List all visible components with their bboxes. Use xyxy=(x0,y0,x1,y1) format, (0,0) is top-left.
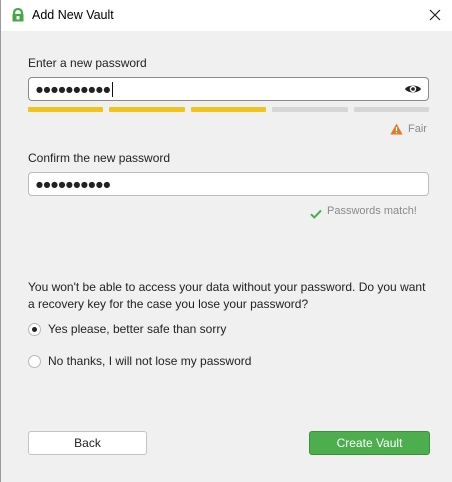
radio-no[interactable] xyxy=(28,354,41,368)
back-button[interactable]: Back xyxy=(28,431,147,455)
strength-label: Fair xyxy=(408,123,427,135)
window-title: Add New Vault xyxy=(32,8,114,22)
text-caret xyxy=(111,81,113,97)
check-icon xyxy=(310,206,322,219)
radio-no-label: No thanks, I will not lose my password xyxy=(48,354,252,368)
add-vault-dialog: Add New Vault Enter a new password ●●●●●… xyxy=(0,0,452,482)
recovery-key-question: You won't be able to access your data wi… xyxy=(28,280,426,311)
warning-triangle-icon xyxy=(390,122,403,135)
strength-segment xyxy=(353,107,429,112)
confirm-password-field[interactable]: ●●●●●●●●●● xyxy=(28,172,429,196)
strength-segment xyxy=(190,107,267,112)
confirm-password-label: Confirm the new password xyxy=(28,151,171,165)
strength-segment xyxy=(272,107,348,112)
strength-segment xyxy=(109,107,185,112)
radio-yes[interactable] xyxy=(28,322,41,336)
eye-icon xyxy=(405,85,421,93)
title-bar[interactable]: Add New Vault xyxy=(1,0,452,31)
radio-option-yes[interactable]: Yes please, better safe than sorry xyxy=(28,322,226,336)
new-password-label: Enter a new password xyxy=(28,56,147,70)
new-password-field[interactable]: ●●●●●●●●●● xyxy=(28,77,429,101)
radio-option-no[interactable]: No thanks, I will not lose my password xyxy=(28,354,251,368)
cryptomator-vault-icon xyxy=(10,7,26,23)
radio-yes-label: Yes please, better safe than sorry xyxy=(48,322,227,336)
create-vault-button[interactable]: Create Vault xyxy=(309,431,430,455)
new-password-value: ●●●●●●●●●● xyxy=(36,84,111,94)
close-icon xyxy=(429,9,441,21)
show-password-toggle[interactable] xyxy=(404,82,422,96)
passwords-match-label: Passwords match! xyxy=(327,205,417,217)
close-button[interactable] xyxy=(423,4,447,26)
strength-segment xyxy=(28,107,104,112)
confirm-password-value: ●●●●●●●●●● xyxy=(36,179,111,189)
